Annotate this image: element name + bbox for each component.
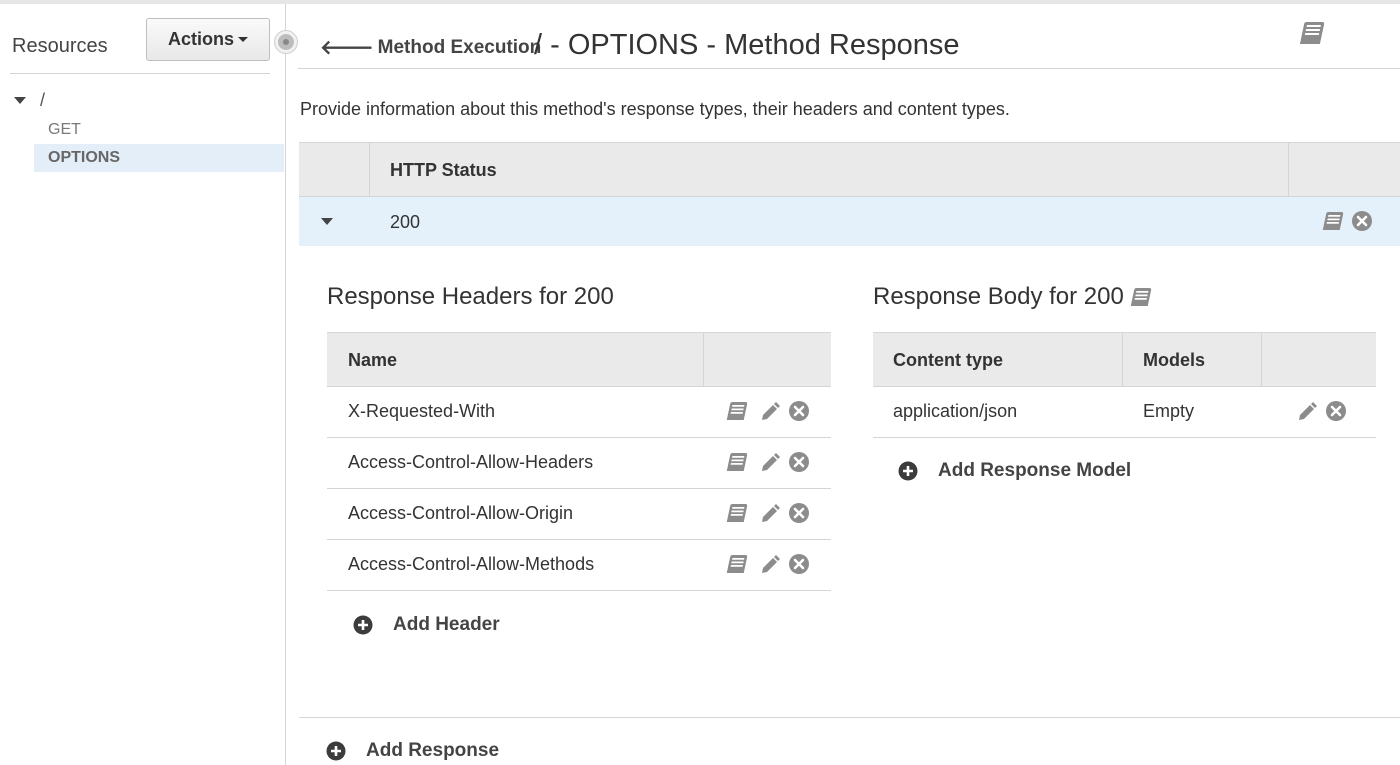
tree-root-label: / xyxy=(40,90,46,110)
response-body-title-text: Response Body for 200 xyxy=(873,283,1124,310)
table-row: Access-Control-Allow-Methods xyxy=(327,540,831,591)
header-name: Access-Control-Allow-Origin xyxy=(348,503,574,523)
pencil-icon[interactable] xyxy=(1296,400,1318,422)
collapse-handle-icon[interactable] xyxy=(275,31,297,53)
method-execution-label: Method Execution xyxy=(377,36,542,58)
table-row: X-Requested-With xyxy=(327,387,831,438)
actions-label: Actions xyxy=(167,29,234,49)
pencil-icon[interactable] xyxy=(759,400,781,422)
status-code: 200 xyxy=(390,212,421,232)
column-divider xyxy=(1261,333,1262,386)
collapse-triangle-icon[interactable] xyxy=(321,218,333,225)
resources-title: Resources xyxy=(12,35,108,57)
book-icon[interactable] xyxy=(1298,20,1326,46)
column-divider xyxy=(1288,143,1289,196)
column-divider xyxy=(369,143,370,196)
column-divider xyxy=(1122,333,1123,386)
add-header-label: Add Header xyxy=(393,614,500,635)
sidebar-divider xyxy=(10,73,270,74)
arrow-left-icon: 🡐 xyxy=(320,37,374,59)
tree-item-get[interactable]: GET xyxy=(34,116,284,144)
response-body-title: Response Body for 200 xyxy=(873,283,1154,311)
book-icon[interactable] xyxy=(725,553,749,575)
delete-icon[interactable] xyxy=(788,400,810,422)
page-description: Provide information about this method's … xyxy=(300,99,1010,119)
table-row: Access-Control-Allow-Origin xyxy=(327,489,831,540)
headers-table-header: Name xyxy=(327,332,831,387)
body-table-header: Content type Models xyxy=(873,332,1376,387)
header-name: Access-Control-Allow-Methods xyxy=(348,554,595,574)
table-row: Access-Control-Allow-Headers xyxy=(327,438,831,489)
delete-icon[interactable] xyxy=(1351,210,1373,232)
add-response-button[interactable]: Add Response xyxy=(326,740,499,762)
table-row: application/json Empty xyxy=(873,387,1376,438)
content-type-column-header: Content type xyxy=(893,350,1003,370)
delete-icon[interactable] xyxy=(788,502,810,524)
name-column-header: Name xyxy=(348,350,398,370)
method-execution-link[interactable]: 🡐 Method Execution xyxy=(320,35,541,60)
delete-icon[interactable] xyxy=(788,451,810,473)
book-icon[interactable] xyxy=(1128,286,1154,308)
response-headers-title: Response Headers for 200 xyxy=(327,283,614,310)
expand-triangle-icon[interactable] xyxy=(14,97,26,104)
delete-icon[interactable] xyxy=(788,553,810,575)
model-value: Empty xyxy=(1143,401,1195,421)
book-icon[interactable] xyxy=(1321,210,1345,232)
header-name: X-Requested-With xyxy=(348,401,496,421)
status-row-200[interactable]: 200 xyxy=(299,197,1400,246)
book-icon[interactable] xyxy=(725,502,749,524)
status-table-header: HTTP Status xyxy=(299,142,1400,197)
pencil-icon[interactable] xyxy=(759,451,781,473)
resources-sidebar: Resources Actions / GET OPTIONS xyxy=(0,4,286,765)
page-title: / - OPTIONS - Method Response xyxy=(534,29,960,61)
tree-root-slash[interactable]: / xyxy=(14,90,45,111)
delete-icon[interactable] xyxy=(1325,400,1347,422)
add-icon xyxy=(898,461,918,481)
column-divider xyxy=(703,333,704,386)
http-status-column-header: HTTP Status xyxy=(390,160,497,180)
add-icon xyxy=(326,741,346,761)
add-response-model-label: Add Response Model xyxy=(938,460,1132,481)
add-response-model-button[interactable]: Add Response Model xyxy=(898,460,1131,482)
tree-item-options[interactable]: OPTIONS xyxy=(34,144,284,172)
header-name: Access-Control-Allow-Headers xyxy=(348,452,594,472)
content-type-value: application/json xyxy=(893,401,1018,421)
section-divider xyxy=(299,717,1400,718)
pencil-icon[interactable] xyxy=(759,502,781,524)
add-icon xyxy=(353,615,373,635)
book-icon[interactable] xyxy=(725,451,749,473)
actions-button[interactable]: Actions xyxy=(146,18,270,61)
models-column-header: Models xyxy=(1143,350,1206,370)
add-response-label: Add Response xyxy=(366,740,500,761)
pencil-icon[interactable] xyxy=(759,553,781,575)
book-icon[interactable] xyxy=(725,400,749,422)
caret-down-icon xyxy=(238,37,248,42)
add-header-button[interactable]: Add Header xyxy=(353,614,500,636)
header-divider xyxy=(298,68,1400,69)
